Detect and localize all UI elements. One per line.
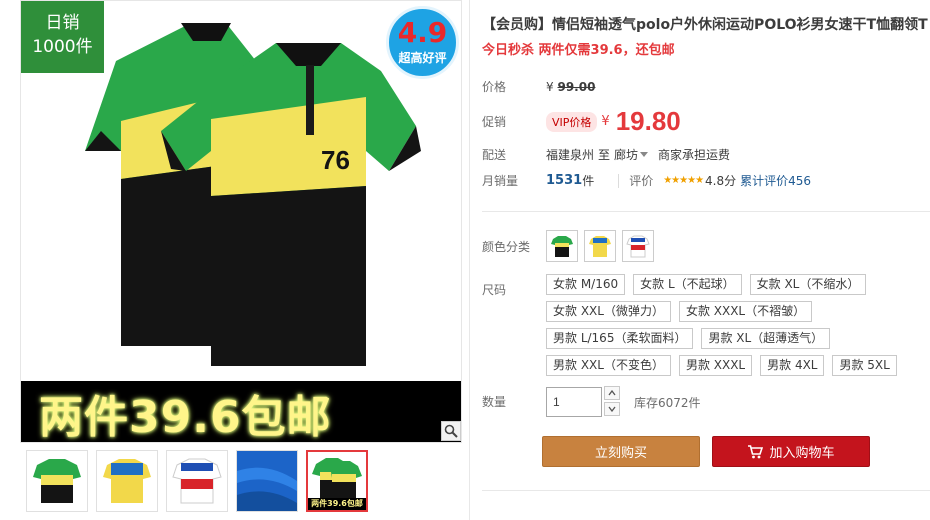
sales-separator (618, 173, 620, 188)
shipping-label: 配送 (482, 148, 507, 162)
color-label: 颜色分类 (482, 239, 531, 254)
rating-score: 4.8分 (705, 174, 737, 188)
size-option[interactable]: 男款 5XL (832, 355, 897, 376)
shopping-cart-icon (748, 444, 764, 458)
shipping-row: 配送 福建泉州 至 廊坊 商家承担运费 (482, 146, 730, 163)
magnifier-icon (444, 424, 458, 438)
monthly-sales-count: 1531 (546, 173, 583, 188)
stock-count: 库存6072件 (634, 395, 701, 410)
promo-price-value: 19.80 (615, 106, 681, 136)
yellow-polo-thumb-icon (103, 459, 151, 503)
shipping-note: 商家承担运费 (658, 148, 731, 162)
sold-badge-line1: 日销 (45, 13, 80, 33)
blue-fabric-thumb-icon (237, 451, 297, 511)
promo-banner: 两件39.6包邮 (21, 381, 461, 443)
quantity-label: 数量 (482, 395, 507, 409)
horizontal-divider (482, 211, 930, 212)
product-info: 【会员购】情侣短袖透气polo户外休闲运动POLO衫男女速干T恤翻领T 今日秒杀… (482, 0, 930, 520)
chevron-down-icon (608, 406, 616, 412)
monthly-sales-label: 月销量 (482, 174, 519, 188)
size-option[interactable]: 男款 XXL（不变色） (546, 355, 671, 376)
shipping-from: 福建泉州 (546, 148, 595, 162)
size-option[interactable]: 男款 XL（超薄透气） (701, 328, 831, 349)
promo-price-symbol: ¥ (601, 114, 610, 129)
rating-badge-label: 超高好评 (398, 51, 447, 65)
add-to-cart-button[interactable]: 加入购物车 (712, 436, 870, 467)
size-option[interactable]: 女款 XXXL（不褶皱） (678, 301, 813, 322)
review-count-link[interactable]: 累计评价456 (740, 172, 811, 189)
color-swatch-green[interactable] (546, 230, 578, 262)
price-row: 价格 ¥ 99.00 (482, 78, 595, 95)
color-selector: 颜色分类 (482, 230, 660, 262)
size-options: 女款 M/160 女款 L（不起球） 女款 XL（不缩水） 女款 XXL（微弹力… (546, 274, 930, 376)
size-option[interactable]: 男款 XXXL (678, 355, 753, 376)
shipping-to-word: 至 (598, 148, 611, 162)
quantity-increase-button[interactable] (604, 386, 620, 400)
thumb-mini-banner: 两件39.6包邮 (308, 498, 366, 510)
thumb-green-polo[interactable] (26, 450, 88, 512)
promo-banner-text: 两件39.6包邮 (39, 391, 332, 443)
zoom-button[interactable] (441, 421, 461, 441)
promo-label: 促销 (482, 115, 507, 129)
thumb-couple-polo[interactable]: 两件39.6包邮 (306, 450, 368, 512)
quantity-stepper: 库存6072件 (546, 386, 701, 418)
rating-badge: 4.9 超高好评 (386, 6, 459, 79)
vip-price-tag: VIP价格 (546, 111, 598, 132)
size-option[interactable]: 男款 4XL (760, 355, 825, 376)
quantity-input[interactable] (546, 387, 602, 417)
red-blue-polo-thumb-icon (172, 458, 222, 504)
quantity-decrease-button[interactable] (604, 402, 620, 416)
shirt-number-text: 76 (321, 145, 350, 175)
product-gallery: 76 日销 1000件 4.9 超高好评 两件39.6包邮 两件39.6包邮 (20, 0, 462, 520)
original-price: ¥ 99.00 (546, 80, 595, 94)
monthly-sales-unit: 件 (582, 174, 595, 188)
vertical-divider (469, 0, 470, 520)
chevron-down-icon[interactable] (640, 152, 649, 157)
price-label: 价格 (482, 80, 507, 94)
add-to-cart-label: 加入购物车 (769, 446, 835, 461)
original-price-value: 99.00 (557, 79, 596, 94)
bottom-divider (482, 490, 930, 491)
thumb-red-blue-polo[interactable] (166, 450, 228, 512)
size-option[interactable]: 男款 L/165（柔软面料） (546, 328, 694, 349)
price-meta-box: 价格 ¥ 99.00 促销 VIP价格 ¥ 19.80 配送 福建泉州 至 廊坊… (482, 68, 930, 196)
quantity-step-buttons (604, 386, 620, 418)
size-option[interactable]: 女款 L（不起球） (633, 274, 742, 295)
product-subtitle: 今日秒杀 两件仅需39.6，还包邮 (482, 43, 675, 58)
main-product-image[interactable]: 76 日销 1000件 4.9 超高好评 两件39.6包邮 (20, 0, 462, 443)
buy-now-button[interactable]: 立刻购买 (542, 436, 700, 467)
size-option[interactable]: 女款 XL（不缩水） (749, 274, 867, 295)
color-swatch-yellow[interactable] (584, 230, 616, 262)
yellow-shirt-swatch-icon (589, 236, 611, 257)
promo-row: 促销 VIP价格 ¥ 19.80 (482, 106, 681, 137)
sold-badge-line2: 1000件 (32, 37, 93, 57)
size-label: 尺码 (482, 283, 507, 297)
star-rating-icon: ★★★★★ (663, 175, 704, 186)
thumb-blue-fabric[interactable] (236, 450, 298, 512)
couple-polo-thumb-icon (312, 458, 362, 498)
sales-row: 月销量 1531 件 评价 ★★★★★ 4.8分 累计评价456 (482, 172, 811, 189)
product-title: 【会员购】情侣短袖透气polo户外休闲运动POLO衫男女速干T恤翻领T (482, 17, 928, 33)
rating-label: 评价 (629, 174, 654, 188)
rating-badge-score: 4.9 (397, 16, 448, 49)
size-option[interactable]: 女款 XXL（微弹力） (546, 301, 671, 322)
size-option[interactable]: 女款 M/160 (546, 274, 626, 295)
green-polo-thumb-icon (33, 459, 81, 503)
color-swatch-white-red[interactable] (622, 230, 654, 262)
thumb-yellow-polo[interactable] (96, 450, 158, 512)
thumbnail-strip: 两件39.6包邮 (20, 450, 462, 516)
white-red-shirt-swatch-icon (626, 235, 650, 258)
chevron-up-icon (608, 390, 616, 396)
daily-sales-badge: 日销 1000件 (21, 1, 104, 73)
green-shirt-swatch-icon (551, 236, 573, 257)
shipping-destination[interactable]: 廊坊 (614, 146, 638, 163)
original-price-symbol: ¥ (546, 79, 554, 94)
